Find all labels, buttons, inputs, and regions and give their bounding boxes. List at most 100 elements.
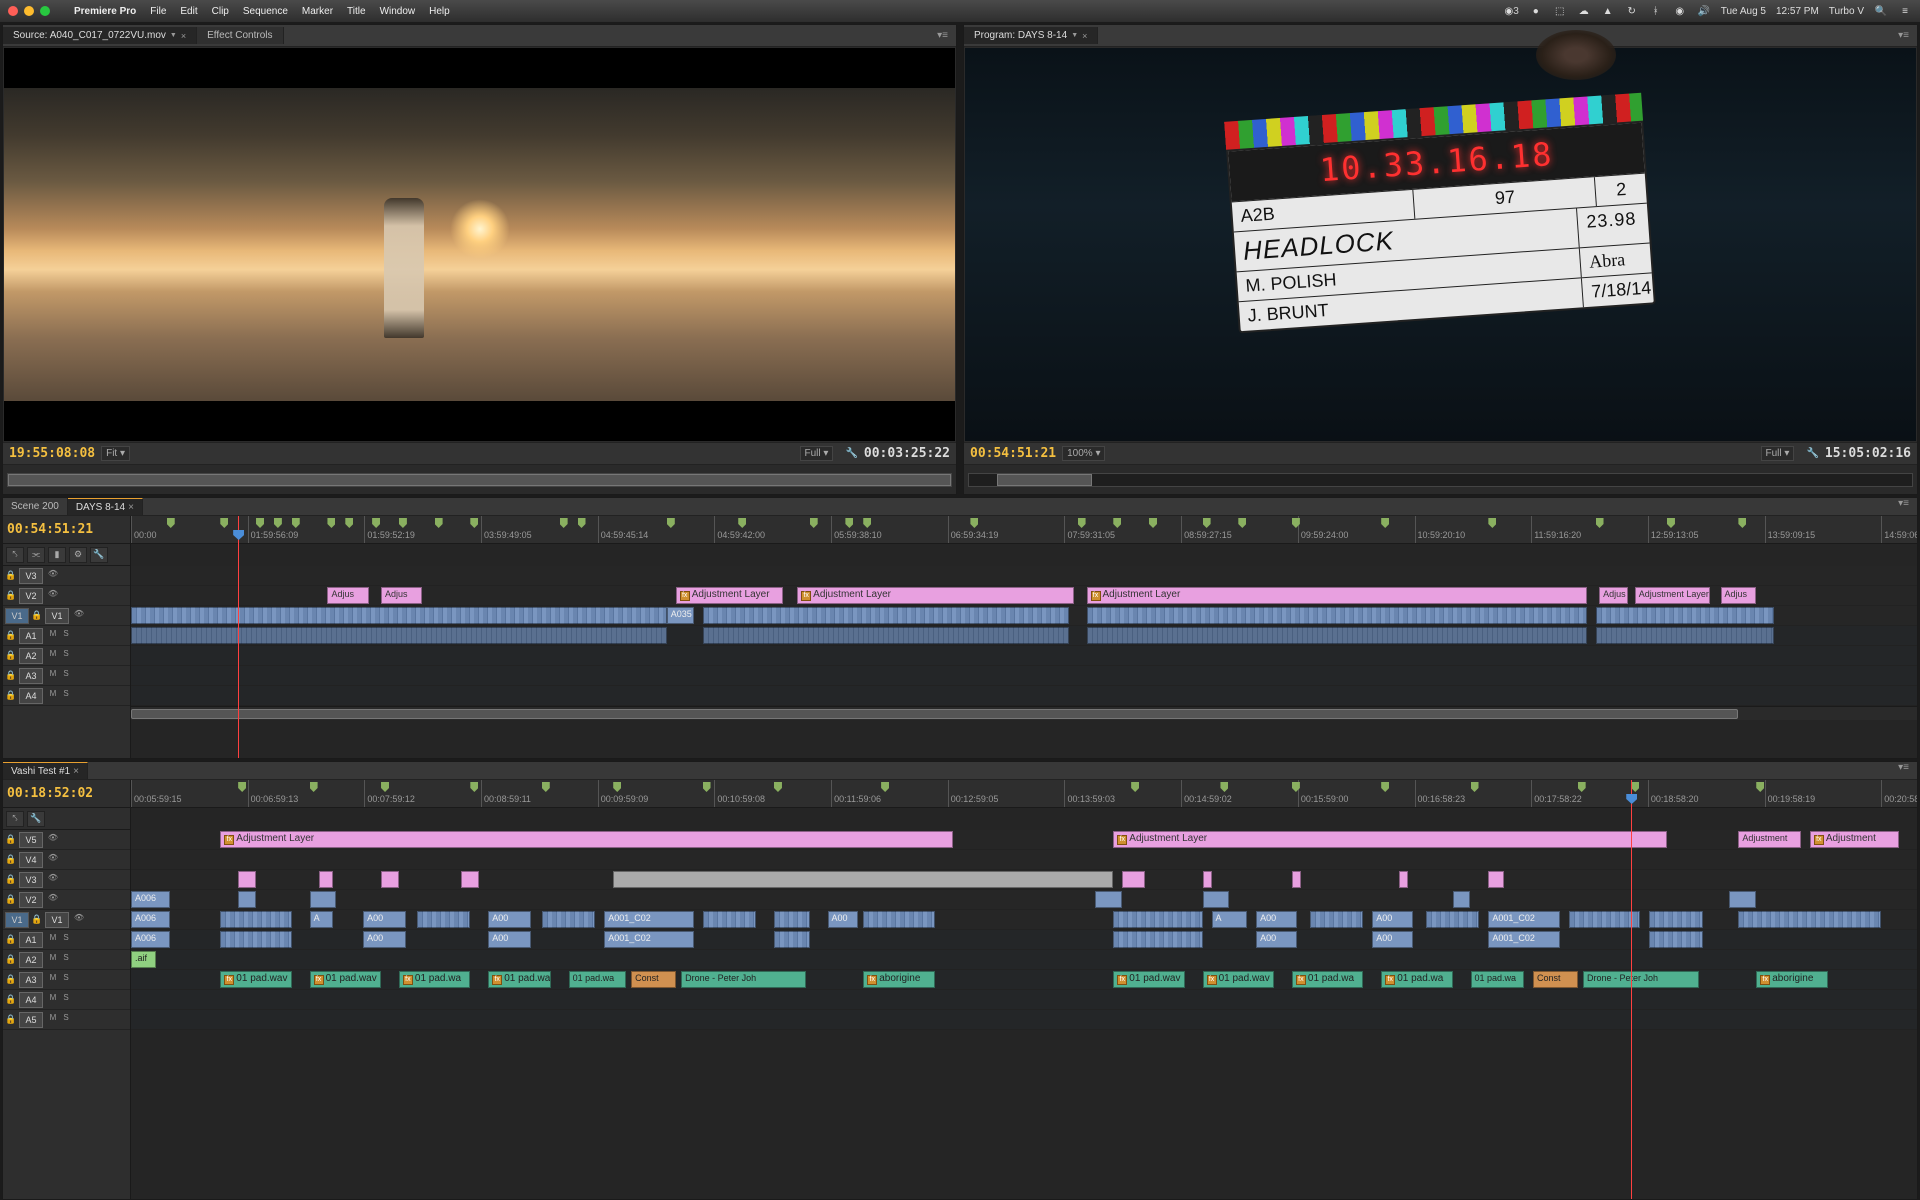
track-header-a5[interactable]: 🔒A5MS — [3, 1010, 130, 1030]
clip[interactable]: A — [1212, 911, 1248, 928]
clip[interactable] — [1399, 871, 1408, 888]
clip[interactable] — [381, 871, 399, 888]
eye-icon[interactable]: 👁 — [73, 913, 85, 927]
clip[interactable] — [1122, 871, 1145, 888]
wrench-icon[interactable]: 🔧 — [845, 448, 857, 459]
clip[interactable] — [417, 911, 471, 928]
zoom-window-icon[interactable] — [40, 6, 50, 16]
settings-icon[interactable]: ⚙ — [69, 547, 87, 563]
track-a1[interactable]: A006 A00 A00 A001_C02 A00 A00 A001_C02 — [131, 930, 1917, 950]
clip[interactable]: A00 — [363, 911, 406, 928]
clip[interactable]: Drone - Peter Joh — [1583, 971, 1699, 988]
dropbox-icon[interactable]: ⬚ — [1553, 6, 1567, 17]
clip[interactable] — [1453, 891, 1471, 908]
close-icon[interactable]: × — [128, 502, 134, 513]
clip-adjustment[interactable]: fxAdjustment — [1810, 831, 1899, 848]
clip[interactable]: Drone - Peter Joh — [681, 971, 806, 988]
clip-adjustment[interactable]: Adjus — [1721, 587, 1757, 604]
timeline-canvas-2[interactable]: 00:05:59:1500:06:59:1300:07:59:1200:08:5… — [131, 780, 1917, 1199]
panel-menu-icon[interactable]: ▾≡ — [1890, 762, 1917, 779]
effect-controls-tab[interactable]: Effect Controls — [197, 27, 283, 44]
clip[interactable] — [863, 911, 934, 928]
track-a2[interactable]: .aif — [131, 950, 1917, 970]
clip-adjustment[interactable]: Adjus — [381, 587, 422, 604]
clip[interactable] — [1203, 871, 1212, 888]
clip-adjustment[interactable]: fxAdjustment Layer — [1113, 831, 1667, 848]
close-icon[interactable]: × — [1082, 31, 1087, 41]
clip[interactable]: fx01 pad.wa — [488, 971, 551, 988]
clip[interactable] — [1569, 911, 1640, 928]
track-header-v1[interactable]: V1🔒V1👁 — [3, 910, 130, 930]
sync-icon[interactable]: ↻ — [1625, 6, 1639, 17]
tab-days-8-14[interactable]: DAYS 8-14× — [68, 498, 143, 515]
clip[interactable] — [461, 871, 479, 888]
volume-icon[interactable]: 🔊 — [1697, 6, 1711, 17]
clip[interactable] — [1649, 911, 1703, 928]
track-header-a3[interactable]: 🔒A3MS — [3, 970, 130, 990]
clip[interactable]: Const — [631, 971, 676, 988]
clip-adjustment[interactable]: Adjustment Layer — [1635, 587, 1710, 604]
spotlight-icon[interactable]: 🔍 — [1874, 6, 1888, 17]
clock-time[interactable]: 12:57 PM — [1776, 6, 1819, 17]
clip[interactable]: A00 — [363, 931, 406, 948]
clip[interactable]: fx01 pad.wav — [1113, 971, 1184, 988]
track-a1[interactable] — [131, 626, 1917, 646]
track-v1[interactable]: A006 A A00 A00 A001_C02 A00 A — [131, 910, 1917, 930]
clock-date[interactable]: Tue Aug 5 — [1721, 6, 1766, 17]
playhead[interactable] — [238, 516, 239, 758]
clip[interactable]: fx01 pad.wa — [1292, 971, 1363, 988]
audio-clips[interactable] — [131, 627, 667, 644]
clip-adjustment[interactable]: fxAdjustment Layer — [797, 587, 1074, 604]
clip[interactable] — [1488, 871, 1504, 888]
minimize-window-icon[interactable] — [24, 6, 34, 16]
clip[interactable]: fx01 pad.wav — [310, 971, 381, 988]
clip[interactable]: A00 — [488, 911, 531, 928]
source-viewer[interactable] — [4, 48, 955, 441]
panel-menu-icon[interactable]: ▾≡ — [929, 30, 956, 41]
clip[interactable] — [703, 911, 757, 928]
close-icon[interactable]: × — [181, 31, 186, 41]
snap-icon[interactable]: ⤣ — [6, 811, 24, 827]
clip[interactable]: fxaborigine — [863, 971, 934, 988]
clip-adjustment[interactable]: fxAdjustment Layer — [220, 831, 952, 848]
program-scrollbar[interactable] — [964, 464, 1917, 494]
close-icon[interactable]: × — [73, 766, 79, 777]
clip[interactable]: A001_C02 — [604, 931, 693, 948]
lock-icon[interactable]: 🔒 — [31, 610, 43, 621]
lock-icon[interactable]: 🔒 — [5, 650, 17, 661]
audio-clips[interactable] — [1596, 627, 1775, 644]
clip[interactable]: A00 — [1372, 911, 1413, 928]
lock-icon[interactable]: 🔒 — [5, 690, 17, 701]
track-a5[interactable] — [131, 1010, 1917, 1030]
source-fit-select[interactable]: Fit ▾ — [101, 446, 130, 461]
track-header-a1[interactable]: 🔒A1MS — [3, 626, 130, 646]
bluetooth-icon[interactable]: ᚼ — [1649, 6, 1663, 17]
source-tab[interactable]: Source: A040_C017_0722VU.mov ▼ × — [3, 27, 197, 44]
source-resolution-select[interactable]: Full ▾ — [800, 446, 834, 461]
window-controls[interactable] — [8, 6, 50, 16]
clip[interactable]: 01 pad.wa — [1471, 971, 1525, 988]
track-a3[interactable]: fx01 pad.wav fx01 pad.wav fx01 pad.wa fx… — [131, 970, 1917, 990]
clip[interactable]: A00 — [488, 931, 531, 948]
audio-clips[interactable] — [703, 627, 1069, 644]
track-header-v2[interactable]: 🔒V2👁 — [3, 586, 130, 606]
wrench-icon[interactable]: 🔧 — [27, 811, 45, 827]
clip[interactable] — [1095, 891, 1122, 908]
clip[interactable]: A00 — [1256, 911, 1297, 928]
clip[interactable]: fx01 pad.wa — [399, 971, 470, 988]
timeline-hscroll[interactable] — [131, 706, 1917, 720]
track-v2[interactable]: Adjus Adjus fxAdjustment Layer fxAdjustm… — [131, 586, 1917, 606]
markers-icon[interactable]: ▮ — [48, 547, 66, 563]
chevron-down-icon[interactable]: ▼ — [170, 32, 177, 39]
video-clips[interactable] — [131, 607, 667, 624]
clip[interactable]: fx01 pad.wav — [220, 971, 291, 988]
source-scrollbar[interactable] — [3, 464, 956, 494]
track-a3[interactable] — [131, 666, 1917, 686]
clip[interactable] — [1738, 911, 1881, 928]
track-header-v1[interactable]: V1🔒V1👁 — [3, 606, 130, 626]
clip[interactable]: A006 — [131, 911, 170, 928]
clip[interactable]: A001_C02 — [604, 911, 693, 928]
program-tab[interactable]: Program: DAYS 8-14 ▼ × — [964, 27, 1098, 44]
clip[interactable] — [1649, 931, 1703, 948]
close-window-icon[interactable] — [8, 6, 18, 16]
